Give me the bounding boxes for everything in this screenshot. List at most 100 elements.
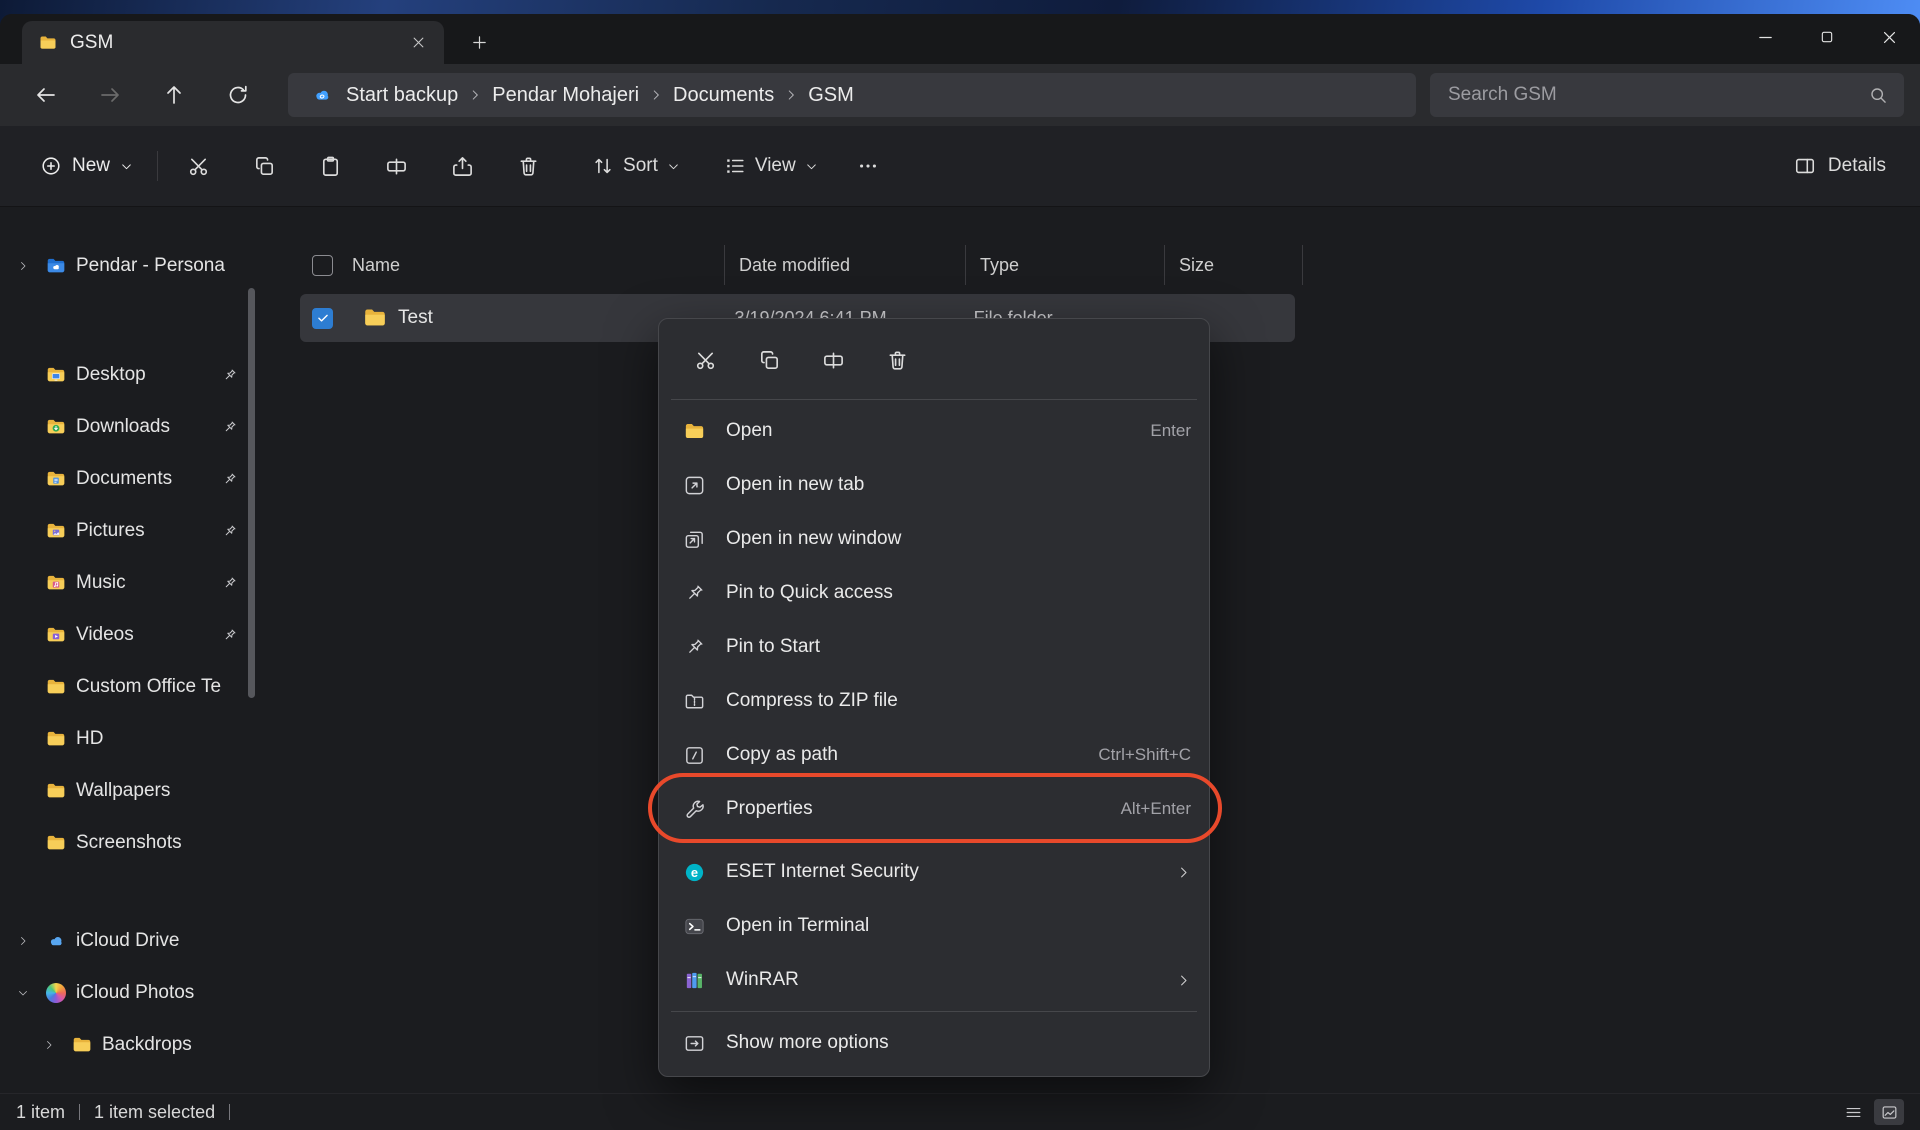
sidebar-item-pendar-personal[interactable]: Pendar - Persona [4, 241, 248, 291]
breadcrumb-gsm[interactable]: GSM [800, 84, 862, 107]
view-button[interactable]: View [712, 142, 830, 190]
music-folder-icon [42, 572, 70, 594]
pin-icon [681, 636, 708, 658]
large-thumbnails-view-toggle[interactable] [1874, 1099, 1904, 1125]
cut-button[interactable] [174, 142, 222, 190]
view-button-label: View [755, 155, 796, 177]
folder-icon [42, 676, 70, 698]
sidebar-item-label: Downloads [76, 416, 212, 438]
sidebar-item-wallpapers[interactable]: Wallpapers [4, 766, 248, 816]
cut-button[interactable] [679, 334, 731, 386]
menu-item-properties[interactable]: Properties Alt+Enter [665, 782, 1203, 836]
breadcrumb[interactable]: Start backup Pendar Mohajeri Documents G… [288, 73, 1416, 117]
menu-item-open[interactable]: Open Enter [665, 404, 1203, 458]
tab-gsm[interactable]: GSM [22, 21, 444, 64]
sidebar-item-hd[interactable]: HD [4, 714, 248, 764]
sidebar-item-videos[interactable]: Videos [4, 610, 248, 660]
copy-button[interactable] [240, 142, 288, 190]
sidebar-item-music[interactable]: Music [4, 558, 248, 608]
item-count: 1 item [16, 1102, 65, 1123]
close-button[interactable] [1858, 14, 1920, 60]
column-header-name[interactable]: Name [352, 255, 400, 276]
sidebar-item-label: Documents [76, 468, 212, 490]
up-button[interactable] [152, 73, 196, 117]
sidebar-item-backdrops[interactable]: Backdrops [4, 1020, 248, 1070]
tab-close-icon[interactable] [402, 27, 434, 59]
pin-icon [218, 471, 242, 487]
sidebar-item-label: Music [76, 572, 212, 594]
refresh-button[interactable] [216, 73, 260, 117]
sort-icon [592, 155, 614, 177]
folder-open-icon [681, 420, 708, 443]
new-button-label: New [72, 155, 110, 177]
status-divider [79, 1104, 80, 1120]
search-box[interactable] [1430, 73, 1904, 117]
sidebar-item-label: iCloud Drive [76, 930, 242, 952]
maximize-button[interactable] [1796, 14, 1858, 60]
sort-button[interactable]: Sort [580, 142, 692, 190]
delete-button[interactable] [871, 334, 923, 386]
breadcrumb-documents[interactable]: Documents [665, 84, 782, 107]
menu-item-open-in-new-window[interactable]: Open in new window [665, 512, 1203, 566]
menu-item-copy-as-path[interactable]: Copy as path Ctrl+Shift+C [665, 728, 1203, 782]
tab-title: GSM [70, 32, 390, 54]
folder-icon [42, 780, 70, 802]
menu-item-open-in-terminal[interactable]: Open in Terminal [665, 899, 1203, 953]
menu-item-open-in-new-tab[interactable]: Open in new tab [665, 458, 1203, 512]
menu-item-compress-to-zip[interactable]: Compress to ZIP file [665, 674, 1203, 728]
breadcrumb-label: Pendar Mohajeri [492, 84, 639, 107]
context-menu: Open Enter Open in new tab Open in new w… [658, 318, 1210, 1077]
icloud-photos-icon [42, 983, 70, 1003]
menu-item-pin-to-start[interactable]: Pin to Start [665, 620, 1203, 674]
row-checkbox[interactable] [312, 308, 333, 329]
status-divider [229, 1104, 230, 1120]
details-view-toggle[interactable] [1838, 1099, 1868, 1125]
search-icon[interactable] [1868, 85, 1888, 105]
sidebar-item-desktop[interactable]: Desktop [4, 350, 248, 400]
sidebar-item-custom-office-templates[interactable]: Custom Office Te [4, 662, 248, 712]
sidebar-item-icloud-photos[interactable]: iCloud Photos [4, 968, 248, 1018]
select-all-checkbox[interactable] [312, 255, 333, 276]
pin-icon [218, 523, 242, 539]
rename-button[interactable] [372, 142, 420, 190]
toolbar-divider [157, 151, 158, 181]
folder-icon [38, 33, 58, 53]
new-tab-button[interactable] [460, 23, 498, 61]
sidebar-item-label: HD [76, 728, 242, 750]
breadcrumb-start-backup[interactable]: Start backup [302, 83, 466, 107]
share-button[interactable] [438, 142, 486, 190]
pin-icon [681, 582, 708, 604]
file-explorer-window: GSM [0, 14, 1920, 1130]
sidebar-item-documents[interactable]: Documents [4, 454, 248, 504]
pin-icon [218, 419, 242, 435]
menu-item-eset-internet-security[interactable]: e ESET Internet Security [665, 845, 1203, 899]
search-input[interactable] [1446, 83, 1868, 107]
menu-item-pin-to-quick-access[interactable]: Pin to Quick access [665, 566, 1203, 620]
column-header-date-modified[interactable]: Date modified [724, 245, 965, 285]
new-button[interactable]: New [26, 142, 147, 190]
sidebar-item-pictures[interactable]: Pictures [4, 506, 248, 556]
sidebar-item-label: Pictures [76, 520, 212, 542]
menu-item-show-more-options[interactable]: Show more options [665, 1016, 1203, 1070]
minimize-button[interactable] [1734, 14, 1796, 60]
copy-button[interactable] [743, 334, 795, 386]
details-pane-icon [1794, 155, 1816, 177]
terminal-icon [681, 915, 708, 938]
column-header-size[interactable]: Size [1164, 245, 1303, 285]
column-header-type[interactable]: Type [965, 245, 1164, 285]
menu-item-winrar[interactable]: WinRAR [665, 953, 1203, 1007]
menu-separator [671, 1011, 1197, 1012]
sidebar-item-downloads[interactable]: Downloads [4, 402, 248, 452]
breadcrumb-pendar-mohajeri[interactable]: Pendar Mohajeri [484, 84, 647, 107]
back-button[interactable] [24, 73, 68, 117]
more-options-button[interactable] [846, 144, 890, 188]
sidebar-item-icloud-drive[interactable]: iCloud Drive [4, 916, 248, 966]
rename-button[interactable] [807, 334, 859, 386]
details-pane-button[interactable]: Details [1786, 142, 1894, 190]
videos-folder-icon [42, 624, 70, 646]
sidebar-scrollbar[interactable] [248, 288, 255, 698]
paste-button[interactable] [306, 142, 354, 190]
delete-button[interactable] [504, 142, 552, 190]
forward-button[interactable] [88, 73, 132, 117]
sidebar-item-screenshots[interactable]: Screenshots [4, 818, 248, 868]
